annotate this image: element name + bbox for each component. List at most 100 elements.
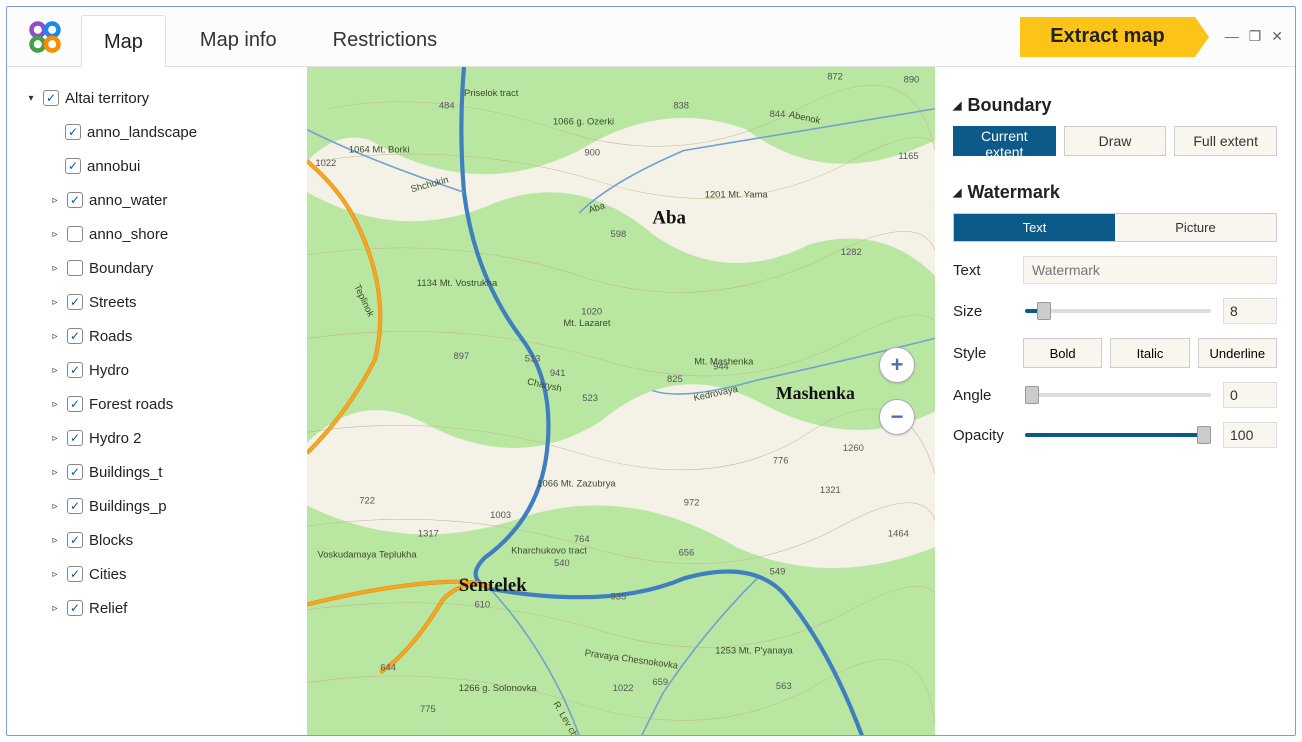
svg-text:540: 540: [554, 557, 570, 568]
watermark-opacity-value[interactable]: 100: [1223, 422, 1277, 448]
expand-icon[interactable]: ▹: [49, 195, 61, 206]
expand-icon[interactable]: ▹: [49, 297, 61, 308]
tree-item[interactable]: ✓anno_landscape: [25, 115, 303, 149]
layer-checkbox[interactable]: ✓: [67, 600, 83, 616]
tree-item[interactable]: ✓annobui: [25, 149, 303, 183]
tree-item[interactable]: ▹ ✓ Hydro: [25, 353, 303, 387]
layer-label: anno_shore: [89, 226, 168, 243]
tree-item[interactable]: ▹Boundary: [25, 251, 303, 285]
expand-icon[interactable]: ▹: [49, 433, 61, 444]
layer-checkbox[interactable]: ✓: [67, 430, 83, 446]
collapse-icon: ◢: [953, 99, 961, 112]
tree-item[interactable]: ▹✓Buildings_t: [25, 455, 303, 489]
layer-checkbox[interactable]: ✓: [67, 192, 83, 208]
layer-checkbox[interactable]: ✓: [67, 566, 83, 582]
map-canvas[interactable]: Aba Mashenka Sentelek Priselok tract 106…: [307, 67, 935, 735]
watermark-text-input[interactable]: [1023, 256, 1277, 284]
svg-text:900: 900: [584, 147, 600, 158]
svg-text:Mashenka: Mashenka: [776, 383, 855, 403]
layer-checkbox[interactable]: ✓: [67, 532, 83, 548]
expand-icon[interactable]: ▹: [49, 603, 61, 614]
maximize-icon[interactable]: ❐: [1249, 28, 1262, 45]
top-bar: Map Map info Restrictions Extract map — …: [7, 7, 1295, 67]
boundary-draw-button[interactable]: Draw: [1064, 126, 1167, 156]
svg-text:844: 844: [770, 108, 786, 119]
watermark-angle-slider[interactable]: [1025, 393, 1211, 397]
tree-item[interactable]: ▹✓Relief: [25, 591, 303, 625]
boundary-current-extent-button[interactable]: Current extent: [953, 126, 1056, 156]
svg-text:1253 Mt. P'yanaya: 1253 Mt. P'yanaya: [715, 645, 793, 656]
zoom-out-button[interactable]: −: [879, 399, 915, 435]
layer-checkbox[interactable]: ✓: [43, 90, 59, 106]
svg-text:775: 775: [420, 703, 436, 714]
tree-item[interactable]: ▹✓Cities: [25, 557, 303, 591]
svg-text:659: 659: [652, 676, 668, 687]
extract-map-button[interactable]: Extract map: [1020, 17, 1195, 57]
style-italic-button[interactable]: Italic: [1110, 338, 1189, 368]
watermark-tab-picture[interactable]: Picture: [1115, 214, 1276, 241]
svg-text:644: 644: [380, 661, 396, 672]
tree-item[interactable]: ▹✓Buildings_p: [25, 489, 303, 523]
svg-text:Mt. Lazaret: Mt. Lazaret: [563, 317, 610, 328]
tree-item[interactable]: ▹✓Roads: [25, 319, 303, 353]
tab-restrictions[interactable]: Restrictions: [311, 14, 459, 66]
svg-text:1260: 1260: [843, 442, 864, 453]
tab-map[interactable]: Map: [81, 15, 166, 67]
tree-item[interactable]: ▹ ✓ Blocks: [25, 523, 303, 557]
expand-icon[interactable]: ▹: [49, 467, 61, 478]
layer-checkbox[interactable]: ✓: [65, 158, 81, 174]
layer-label: Blocks: [89, 532, 133, 549]
tree-item[interactable]: ▹✓Forest roads: [25, 387, 303, 421]
zoom-in-button[interactable]: +: [879, 347, 915, 383]
svg-text:838: 838: [673, 100, 689, 111]
tree-root-item[interactable]: ▾ ✓ Altai territory: [25, 81, 303, 115]
expand-icon[interactable]: ▹: [49, 365, 61, 376]
tree-item[interactable]: ▹✓Streets: [25, 285, 303, 319]
layer-checkbox[interactable]: ✓: [67, 464, 83, 480]
tab-map-info[interactable]: Map info: [178, 14, 299, 66]
style-underline-button[interactable]: Underline: [1198, 338, 1277, 368]
close-icon[interactable]: ✕: [1271, 28, 1283, 45]
watermark-size-slider[interactable]: [1025, 309, 1211, 313]
boundary-full-extent-button[interactable]: Full extent: [1174, 126, 1277, 156]
minimize-icon[interactable]: —: [1225, 28, 1239, 45]
layer-checkbox[interactable]: [67, 226, 83, 242]
tree-item[interactable]: ▹ anno_shore: [25, 217, 303, 251]
layer-sidebar[interactable]: ▾ ✓ Altai territory ✓anno_landscape✓anno…: [7, 67, 307, 735]
svg-text:Sentelek: Sentelek: [459, 575, 528, 596]
layer-checkbox[interactable]: ✓: [67, 362, 83, 378]
layer-checkbox[interactable]: ✓: [67, 498, 83, 514]
collapse-icon[interactable]: ▾: [25, 93, 37, 104]
expand-icon[interactable]: ▹: [49, 331, 61, 342]
layer-checkbox[interactable]: ✓: [67, 328, 83, 344]
map-zoom-controls: + −: [879, 347, 915, 435]
svg-text:1066 g. Ozerki: 1066 g. Ozerki: [553, 115, 614, 126]
watermark-size-value[interactable]: 8: [1223, 298, 1277, 324]
tree-item[interactable]: ▹✓Hydro 2: [25, 421, 303, 455]
boundary-section-title[interactable]: ◢ Boundary: [953, 95, 1277, 116]
expand-icon[interactable]: ▹: [49, 535, 61, 546]
layer-checkbox[interactable]: ✓: [65, 124, 81, 140]
expand-icon[interactable]: ▹: [49, 501, 61, 512]
svg-text:1134 Mt. Vostrukha: 1134 Mt. Vostrukha: [417, 277, 498, 288]
layer-checkbox[interactable]: [67, 260, 83, 276]
svg-text:944: 944: [713, 361, 729, 372]
svg-text:549: 549: [770, 565, 786, 576]
svg-text:1266 g. Solonovka: 1266 g. Solonovka: [459, 682, 538, 693]
watermark-section-title[interactable]: ◢ Watermark: [953, 182, 1277, 203]
layer-checkbox[interactable]: ✓: [67, 294, 83, 310]
watermark-angle-value[interactable]: 0: [1223, 382, 1277, 408]
tree-item[interactable]: ▹✓anno_water: [25, 183, 303, 217]
svg-text:1022: 1022: [315, 157, 336, 168]
expand-icon[interactable]: ▹: [49, 229, 61, 240]
layer-checkbox[interactable]: ✓: [67, 396, 83, 412]
style-bold-button[interactable]: Bold: [1023, 338, 1102, 368]
expand-icon[interactable]: ▹: [49, 263, 61, 274]
watermark-tab-text[interactable]: Text: [954, 214, 1115, 241]
watermark-opacity-slider[interactable]: [1025, 433, 1211, 437]
watermark-size-label: Size: [953, 303, 1013, 320]
layer-label: Hydro: [89, 362, 129, 379]
svg-text:825: 825: [667, 373, 683, 384]
expand-icon[interactable]: ▹: [49, 569, 61, 580]
expand-icon[interactable]: ▹: [49, 399, 61, 410]
